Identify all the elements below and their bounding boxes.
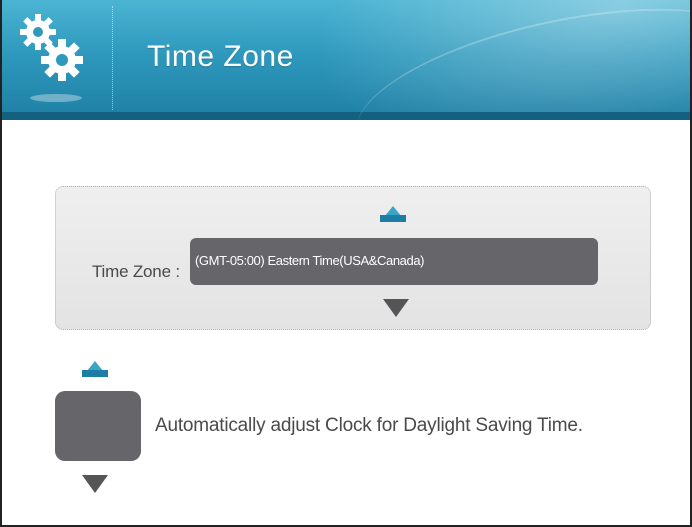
dst-down-icon[interactable] <box>82 475 108 493</box>
time-zone-panel: Time Zone : (GMT-05:00) Eastern Time(USA… <box>55 186 651 330</box>
page-title: Time Zone <box>147 40 294 73</box>
dst-up-icon[interactable] <box>82 361 108 377</box>
time-zone-up-icon[interactable] <box>380 206 406 222</box>
time-zone-down-icon[interactable] <box>383 299 409 317</box>
dst-toggle[interactable] <box>55 391 141 461</box>
time-zone-label: Time Zone : <box>92 262 180 281</box>
header-bottom-bar <box>2 112 690 120</box>
time-zone-select[interactable]: (GMT-05:00) Eastern Time(USA&Canada) <box>190 238 598 285</box>
gears-icon <box>20 14 83 102</box>
dst-label: Automatically adjust Clock for Daylight … <box>155 415 583 436</box>
header-divider <box>112 6 113 110</box>
header-banner: Time Zone <box>2 0 690 120</box>
screen-frame: Time Zone Time Zone : (GMT-05:00) Easter… <box>0 0 692 527</box>
